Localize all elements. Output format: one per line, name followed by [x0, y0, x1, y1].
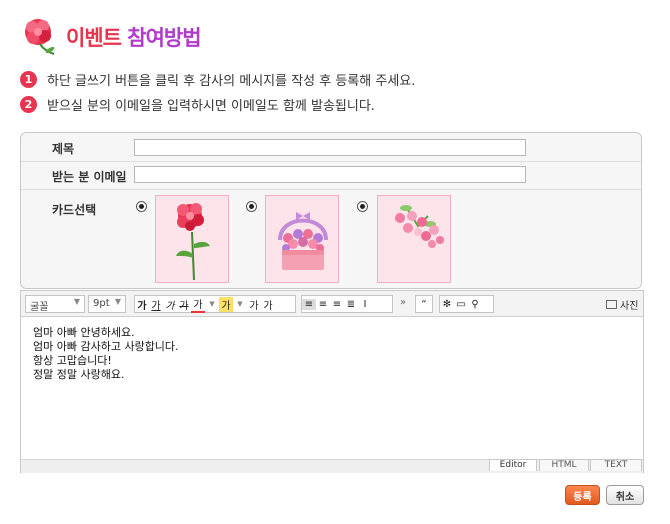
bold-button[interactable]: 가	[135, 297, 149, 312]
step-text: 하단 글쓰기 버튼을 클릭 후 감사의 메시지를 작성 후 등록해 주세요.	[47, 74, 416, 89]
camera-icon	[606, 300, 617, 309]
card-carnation-image[interactable]	[155, 195, 229, 283]
submit-button[interactable]: 등록	[565, 485, 600, 505]
step-1: 1 하단 글쓰기 버튼을 클릭 후 감사의 메시지를 작성 후 등록해 주세요.	[20, 70, 415, 89]
photo-button[interactable]: 사진	[606, 297, 638, 312]
carnation-icon	[176, 203, 210, 281]
subject-label: 제목	[52, 142, 75, 156]
line-height-icon[interactable]: Ⅰ	[358, 299, 372, 310]
card-bouquet-image[interactable]	[377, 195, 451, 283]
special-char-icon[interactable]: ✻	[440, 299, 454, 310]
page-title: 이벤트 참여방법	[66, 26, 202, 50]
superscript-button[interactable]: 가	[247, 297, 261, 312]
step-text: 받으실 분의 이메일을 입력하시면 이메일도 함께 발송됩니다.	[47, 99, 375, 114]
cancel-button[interactable]: 취소	[606, 485, 644, 505]
strikethrough-button[interactable]: 가	[177, 297, 191, 312]
carnation-logo-icon	[25, 19, 55, 55]
quote-icon: “	[421, 298, 427, 310]
divider	[21, 189, 641, 190]
card-basket-image[interactable]	[265, 195, 339, 283]
quote-button[interactable]: “	[415, 295, 433, 313]
card-select-label: 카드선택	[52, 203, 97, 217]
subscript-button[interactable]: 가	[261, 297, 275, 312]
card-radio-2[interactable]	[246, 201, 257, 212]
editor-line: 정말 정말 사랑해요.	[33, 368, 125, 381]
step-number-badge: 1	[20, 71, 37, 88]
table-icon[interactable]: ▭	[454, 299, 468, 310]
align-justify-icon[interactable]: ≣	[344, 299, 358, 310]
card-radio-3[interactable]	[357, 201, 368, 212]
step-2: 2 받으실 분의 이메일을 입력하시면 이메일도 함께 발송됩니다.	[20, 95, 375, 114]
email-label: 받는 분 이메일	[52, 170, 127, 184]
editor-line: 엄마 아빠 감사하고 사랑합니다.	[33, 340, 179, 353]
divider	[21, 161, 641, 162]
italic-button[interactable]: 가	[163, 297, 177, 312]
tab-html[interactable]: HTML	[539, 459, 589, 471]
editor-line: 항상 고맙습니다!	[33, 354, 112, 367]
subject-input[interactable]	[134, 139, 526, 156]
insert-group: ✻ ▭ ⚲	[439, 295, 494, 313]
font-family-select[interactable]: 굴꼴 ▼	[25, 295, 85, 313]
email-input[interactable]	[134, 166, 526, 183]
card-radio-1[interactable]	[136, 201, 147, 212]
search-icon[interactable]: ⚲	[468, 299, 482, 310]
tab-text[interactable]: TEXT	[590, 459, 642, 471]
text-color-button[interactable]: 가	[191, 296, 205, 313]
align-group: ≡ ≡ ≡ ≣ Ⅰ	[301, 295, 393, 313]
editor-line: 엄마 아빠 안녕하세요.	[33, 326, 135, 339]
font-size-select[interactable]: 9pt ▼	[88, 295, 126, 313]
step-number-badge: 2	[20, 96, 37, 113]
tab-editor[interactable]: Editor	[489, 459, 537, 471]
align-left-icon[interactable]: ≡	[302, 298, 316, 310]
underline-button[interactable]: 가	[149, 297, 163, 312]
bouquet-icon	[395, 205, 444, 248]
text-format-group: 가 가 가 가 가 ▼ 가 ▼ 가 가	[134, 295, 296, 313]
chevron-down-icon[interactable]: ▼	[205, 300, 219, 308]
chevron-down-icon[interactable]: ▼	[233, 300, 247, 308]
more-options-icon[interactable]: »	[400, 297, 406, 308]
editor-content[interactable]: 엄마 아빠 안녕하세요. 엄마 아빠 감사하고 사랑합니다. 항상 고맙습니다!…	[33, 326, 179, 382]
background-color-button[interactable]: 가	[219, 296, 233, 312]
align-right-icon[interactable]: ≡	[330, 299, 344, 310]
flower-basket-icon	[278, 212, 328, 270]
align-center-icon[interactable]: ≡	[316, 299, 330, 310]
chevron-down-icon: ▼	[114, 297, 121, 306]
chevron-down-icon: ▼	[73, 297, 80, 306]
